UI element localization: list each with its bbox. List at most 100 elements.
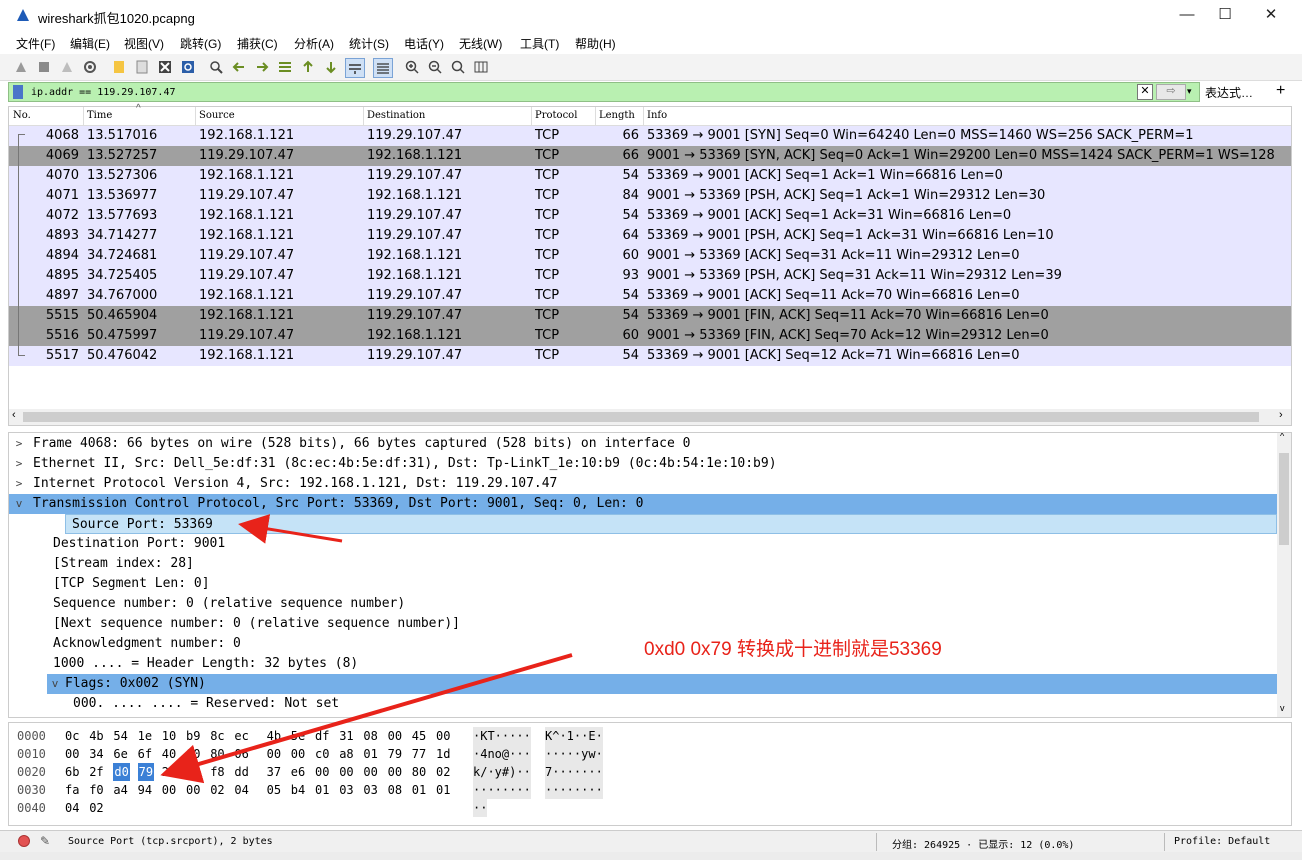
packet-row[interactable]: 4069 13.527257 119.29.107.47 192.168.1.121 T… bbox=[9, 146, 1291, 166]
expression-button[interactable]: 表达式… bbox=[1205, 84, 1253, 101]
menu-telephony[interactable]: 电话(Y) bbox=[404, 35, 444, 52]
hex-byte[interactable]: b4 bbox=[291, 781, 305, 799]
hex-byte[interactable]: e6 bbox=[291, 763, 305, 781]
hex-byte[interactable]: c0 bbox=[315, 745, 329, 763]
expand-open-icon[interactable]: v bbox=[13, 494, 25, 514]
ascii-group[interactable]: ········ bbox=[473, 781, 531, 799]
packet-row[interactable]: 4897 34.767000 192.168.1.121 119.29.107.47 T… bbox=[9, 286, 1291, 306]
detail-row[interactable]: Acknowledgment number: 0 bbox=[9, 634, 1277, 654]
ascii-group[interactable]: ·KT····· bbox=[473, 727, 531, 745]
ascii-group[interactable]: k/·y#)·· bbox=[473, 763, 531, 781]
hex-byte[interactable]: 0c bbox=[65, 727, 79, 745]
hex-byte[interactable]: 03 bbox=[363, 781, 377, 799]
hex-byte[interactable]: 6b bbox=[65, 763, 79, 781]
menu-capture[interactable]: 捕获(C) bbox=[237, 35, 278, 52]
hex-byte[interactable]: 00 bbox=[186, 745, 200, 763]
detail-row[interactable]: v Flags: 0x002 (SYN) bbox=[47, 674, 1277, 694]
hex-byte[interactable]: 00 bbox=[363, 763, 377, 781]
hex-byte[interactable]: 8c bbox=[210, 727, 224, 745]
hex-byte[interactable]: 00 bbox=[291, 745, 305, 763]
hex-byte[interactable]: 6f bbox=[138, 745, 152, 763]
packet-row[interactable]: 4893 34.714277 192.168.1.121 119.29.107.47 T… bbox=[9, 226, 1291, 246]
detail-row[interactable]: > Frame 4068: 66 bytes on wire (528 bits)… bbox=[9, 434, 1277, 454]
packet-row[interactable]: 4070 13.527306 192.168.1.121 119.29.107.47 T… bbox=[9, 166, 1291, 186]
hex-byte[interactable]: 5e bbox=[291, 727, 305, 745]
packet-row[interactable]: 4895 34.725405 119.29.107.47 192.168.1.121 T… bbox=[9, 266, 1291, 286]
hex-byte[interactable]: 54 bbox=[113, 727, 127, 745]
hex-byte[interactable]: 00 bbox=[65, 745, 79, 763]
hex-byte[interactable]: df bbox=[315, 727, 329, 745]
hex-byte[interactable]: 80 bbox=[210, 745, 224, 763]
hex-byte[interactable]: 00 bbox=[267, 745, 281, 763]
hex-byte[interactable]: 00 bbox=[388, 727, 402, 745]
hex-byte[interactable]: f0 bbox=[89, 781, 103, 799]
bookmark-icon[interactable] bbox=[13, 85, 23, 99]
hex-byte[interactable]: 01 bbox=[315, 781, 329, 799]
ascii-group[interactable]: ········ bbox=[545, 781, 603, 799]
hex-byte[interactable]: 45 bbox=[412, 727, 426, 745]
hex-byte[interactable]: 08 bbox=[363, 727, 377, 745]
save-file-icon[interactable] bbox=[133, 58, 151, 76]
detail-row[interactable]: > Internet Protocol Version 4, Src: 192.1… bbox=[9, 474, 1277, 494]
hex-byte[interactable]: 02 bbox=[436, 763, 450, 781]
detail-row[interactable]: Destination Port: 9001 bbox=[9, 534, 1277, 554]
go-back-icon[interactable] bbox=[230, 58, 248, 76]
hex-byte[interactable]: 37 bbox=[267, 763, 281, 781]
hex-byte[interactable]: b9 bbox=[186, 727, 200, 745]
menu-edit[interactable]: 编辑(E) bbox=[70, 35, 110, 52]
hex-byte[interactable]: 4b bbox=[267, 727, 281, 745]
last-packet-icon[interactable] bbox=[322, 58, 340, 76]
find-packet-icon[interactable] bbox=[207, 58, 225, 76]
hex-byte[interactable]: 01 bbox=[412, 781, 426, 799]
hex-byte[interactable]: a8 bbox=[339, 745, 353, 763]
hex-byte[interactable]: 10 bbox=[162, 727, 176, 745]
hex-byte[interactable]: 05 bbox=[267, 781, 281, 799]
detail-row[interactable]: [Stream index: 28] bbox=[9, 554, 1277, 574]
hex-byte[interactable]: 02 bbox=[89, 799, 103, 817]
ascii-group[interactable]: ·4no@··· bbox=[473, 745, 531, 763]
scroll-right-icon[interactable]: › bbox=[1279, 409, 1283, 421]
hex-byte[interactable]: 34 bbox=[89, 745, 103, 763]
hex-byte[interactable]: 2f bbox=[89, 763, 103, 781]
hex-byte[interactable]: 00 bbox=[315, 763, 329, 781]
packet-list-horizontal-scrollbar[interactable]: ‹ › bbox=[9, 409, 1291, 425]
expert-info-icon[interactable] bbox=[18, 835, 30, 847]
hex-byte[interactable]: 00 bbox=[186, 781, 200, 799]
hex-byte[interactable]: 4b bbox=[89, 727, 103, 745]
filter-history-dropdown-icon[interactable]: ▾ bbox=[1187, 84, 1197, 98]
resize-columns-icon[interactable] bbox=[472, 58, 490, 76]
hex-byte[interactable]: ec bbox=[234, 727, 248, 745]
hex-byte[interactable]: 23 bbox=[162, 763, 176, 781]
hex-byte[interactable]: 04 bbox=[65, 799, 79, 817]
hex-byte[interactable]: 79 bbox=[388, 745, 402, 763]
hex-byte[interactable]: 00 bbox=[436, 727, 450, 745]
hex-byte[interactable]: 6e bbox=[113, 745, 127, 763]
go-forward-icon[interactable] bbox=[253, 58, 271, 76]
detail-row[interactable]: v Transmission Control Protocol, Src Port… bbox=[9, 494, 1277, 514]
packet-row[interactable]: 5516 50.475997 119.29.107.47 192.168.1.121 T… bbox=[9, 326, 1291, 346]
hex-byte[interactable]: 31 bbox=[339, 727, 353, 745]
packet-row[interactable]: 5515 50.465904 192.168.1.121 119.29.107.47 T… bbox=[9, 306, 1291, 326]
maximize-button[interactable]: ☐ bbox=[1202, 0, 1248, 32]
capture-options-icon[interactable] bbox=[81, 58, 99, 76]
hex-byte[interactable]: 08 bbox=[388, 781, 402, 799]
menu-view[interactable]: 视图(V) bbox=[124, 35, 164, 52]
zoom-in-icon[interactable] bbox=[403, 58, 421, 76]
clear-filter-icon[interactable]: ✕ bbox=[1137, 84, 1153, 100]
hex-byte[interactable]: 06 bbox=[234, 745, 248, 763]
hex-byte[interactable]: fa bbox=[65, 781, 79, 799]
hex-byte[interactable]: 00 bbox=[388, 763, 402, 781]
hex-byte[interactable]: 1d bbox=[436, 745, 450, 763]
hex-byte[interactable]: 00 bbox=[339, 763, 353, 781]
detail-row[interactable]: Source Port: 53369 bbox=[65, 514, 1277, 534]
hex-byte[interactable]: 00 bbox=[162, 781, 176, 799]
close-file-icon[interactable] bbox=[156, 58, 174, 76]
go-to-packet-icon[interactable] bbox=[276, 58, 294, 76]
hex-byte[interactable]: 03 bbox=[339, 781, 353, 799]
reload-file-icon[interactable] bbox=[179, 58, 197, 76]
packet-row[interactable]: 4071 13.536977 119.29.107.47 192.168.1.121 T… bbox=[9, 186, 1291, 206]
hex-byte[interactable]: 1e bbox=[138, 727, 152, 745]
scroll-down-icon[interactable]: v bbox=[1280, 703, 1285, 713]
packet-row[interactable]: 4072 13.577693 192.168.1.121 119.29.107.47 T… bbox=[9, 206, 1291, 226]
edit-comment-icon[interactable]: ✎ bbox=[40, 834, 50, 848]
